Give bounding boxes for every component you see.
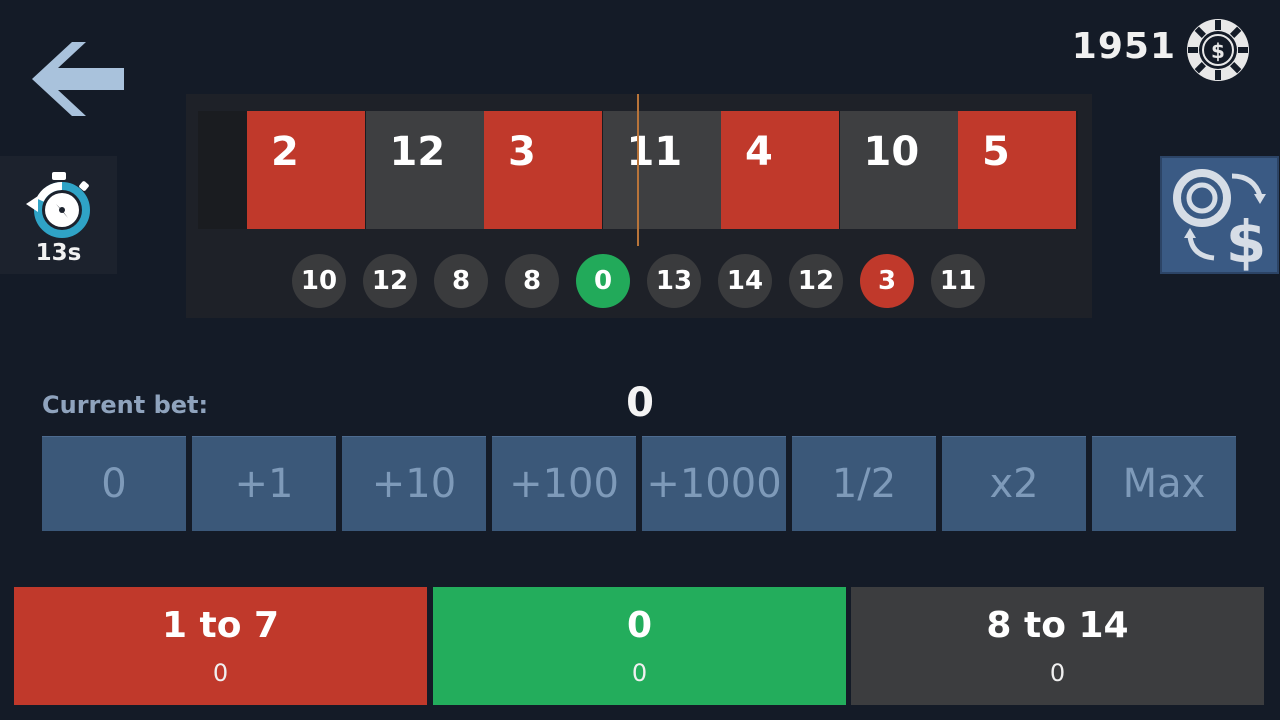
wheel-cell: 2 [247, 111, 365, 229]
bet-plus-10-button[interactable]: +10 [342, 436, 486, 531]
svg-text:$: $ [1211, 39, 1225, 63]
wheel-cell: 3 [484, 111, 602, 229]
stopwatch-icon [26, 172, 90, 238]
history-ball: 0 [576, 254, 630, 308]
bet-plus-1000-button[interactable]: +1000 [642, 436, 786, 531]
bet-black-button[interactable]: 8 to 14 0 [851, 587, 1264, 705]
back-arrow-icon [32, 42, 124, 116]
history-ball: 8 [505, 254, 559, 308]
roulette-panel: 2 12 3 11 4 10 5 10 12 8 8 0 13 14 12 3 11 [186, 94, 1092, 318]
history-ball: 13 [647, 254, 701, 308]
exchange-button[interactable]: $ [1160, 156, 1279, 276]
history-ball: 14 [718, 254, 772, 308]
bet-max-button[interactable]: Max [1092, 436, 1236, 531]
current-bet-label: Current bet: [42, 391, 209, 419]
bet-green-amount: 0 [631, 659, 648, 687]
wheel-cell: 5 [958, 111, 1076, 229]
bet-clear-button[interactable]: 0 [42, 436, 186, 531]
round-timer: 13s [0, 156, 117, 274]
bet-red-amount: 0 [212, 659, 229, 687]
history-ball: 12 [789, 254, 843, 308]
history-ball: 3 [860, 254, 914, 308]
roll-history: 10 12 8 8 0 13 14 12 3 11 [186, 254, 1092, 310]
history-ball: 12 [363, 254, 417, 308]
wheel-cell: 11 [602, 111, 721, 229]
wheel-cell: 10 [839, 111, 958, 229]
bet-double-button[interactable]: x2 [942, 436, 1086, 531]
bet-plus-100-button[interactable]: +100 [492, 436, 636, 531]
bet-plus-1-button[interactable]: +1 [192, 436, 336, 531]
roulette-pointer [637, 94, 639, 246]
balance: 1951 [1071, 26, 1176, 67]
bet-half-button[interactable]: 1/2 [792, 436, 936, 531]
bet-black-amount: 0 [1049, 659, 1066, 687]
bet-red-button[interactable]: 1 to 7 0 [14, 587, 427, 705]
history-ball: 8 [434, 254, 488, 308]
bet-black-label: 8 to 14 [986, 605, 1129, 646]
svg-text:$: $ [1226, 208, 1266, 272]
bet-red-label: 1 to 7 [161, 605, 280, 646]
exchange-icon: $ [1173, 169, 1266, 276]
chip-icon: $ [1186, 18, 1250, 82]
current-bet-value: 0 [626, 380, 654, 426]
wheel-cell: 12 [365, 111, 484, 229]
wheel-cell: 4 [721, 111, 839, 229]
bet-green-label: 0 [626, 605, 653, 646]
back-button[interactable] [30, 38, 130, 120]
timer-text: 13s [35, 240, 82, 266]
history-ball: 11 [931, 254, 985, 308]
bet-green-button[interactable]: 0 0 [433, 587, 846, 705]
history-ball: 10 [292, 254, 346, 308]
